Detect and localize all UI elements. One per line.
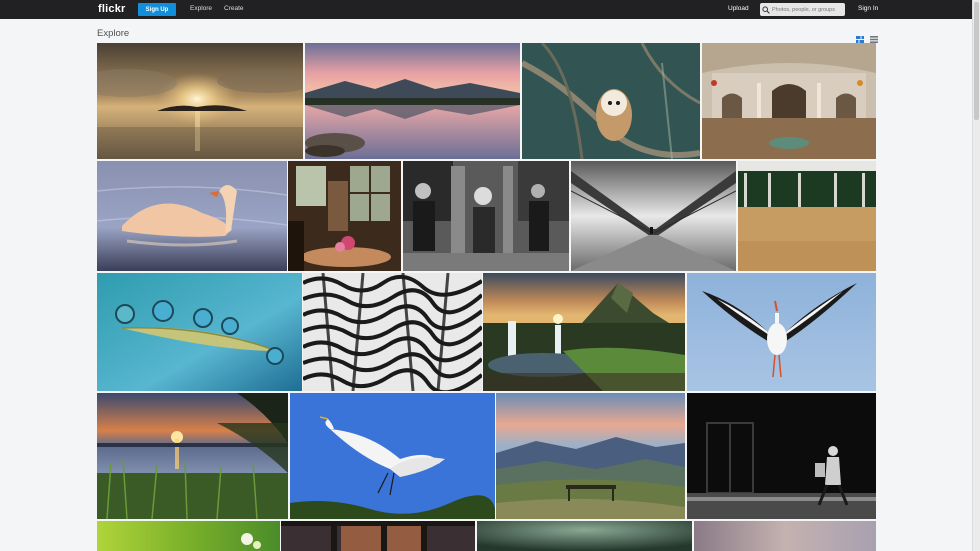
photo-swan-on-water[interactable]	[97, 161, 287, 271]
search-box[interactable]	[760, 3, 845, 16]
flickr-logo[interactable]: flickr	[98, 3, 126, 15]
top-navigation-bar: flickr Sign Up Explore Create Upload Sig…	[0, 0, 972, 19]
nav-explore-link[interactable]: Explore	[190, 5, 212, 12]
photo-kirkjufell-waterfall[interactable]	[483, 273, 685, 391]
photo-stork-in-flight[interactable]	[687, 273, 876, 391]
list-view-icon[interactable]	[870, 30, 878, 43]
search-icon[interactable]	[760, 3, 772, 16]
photo-barn-owl-branches[interactable]	[522, 43, 700, 159]
photo-mountain-valley-bench[interactable]	[496, 393, 685, 519]
photo-egret-blue-sky[interactable]	[290, 393, 495, 519]
photo-misty-sunrise-island[interactable]	[97, 43, 303, 159]
photo-street-man-shadows[interactable]	[687, 393, 876, 519]
page-title: Explore	[97, 28, 130, 39]
nav-upload-link[interactable]: Upload	[728, 5, 749, 12]
photo-bw-market-crowd[interactable]	[403, 161, 569, 271]
sign-up-button[interactable]: Sign Up	[138, 3, 176, 16]
photo-zebra-herd-bw[interactable]	[303, 273, 482, 391]
photo-bw-pier-perspective[interactable]	[571, 161, 736, 271]
photo-golden-field-forest[interactable]	[738, 161, 876, 271]
photo-misty-green-forest[interactable]	[477, 521, 692, 551]
photo-cafe-table-flowers[interactable]	[288, 161, 401, 271]
page-scrollbar[interactable]	[972, 0, 980, 551]
nav-create-link[interactable]: Create	[224, 5, 244, 12]
sign-in-link[interactable]: Sign In	[858, 5, 878, 12]
scrollbar-thumb[interactable]	[974, 2, 979, 120]
photo-pastel-sky-clouds[interactable]	[694, 521, 876, 551]
photo-ornate-palace-hall[interactable]	[702, 43, 876, 159]
photo-mountain-lake-sunset[interactable]	[305, 43, 520, 159]
photo-pier-sunset-underside[interactable]	[281, 521, 475, 551]
search-input[interactable]	[772, 4, 842, 15]
photo-lake-sunset-reeds[interactable]	[97, 393, 288, 519]
justified-view-icon[interactable]	[856, 30, 864, 43]
photo-dewdrops-on-leaf[interactable]	[97, 273, 302, 391]
photo-green-flower-bokeh[interactable]	[97, 521, 280, 551]
